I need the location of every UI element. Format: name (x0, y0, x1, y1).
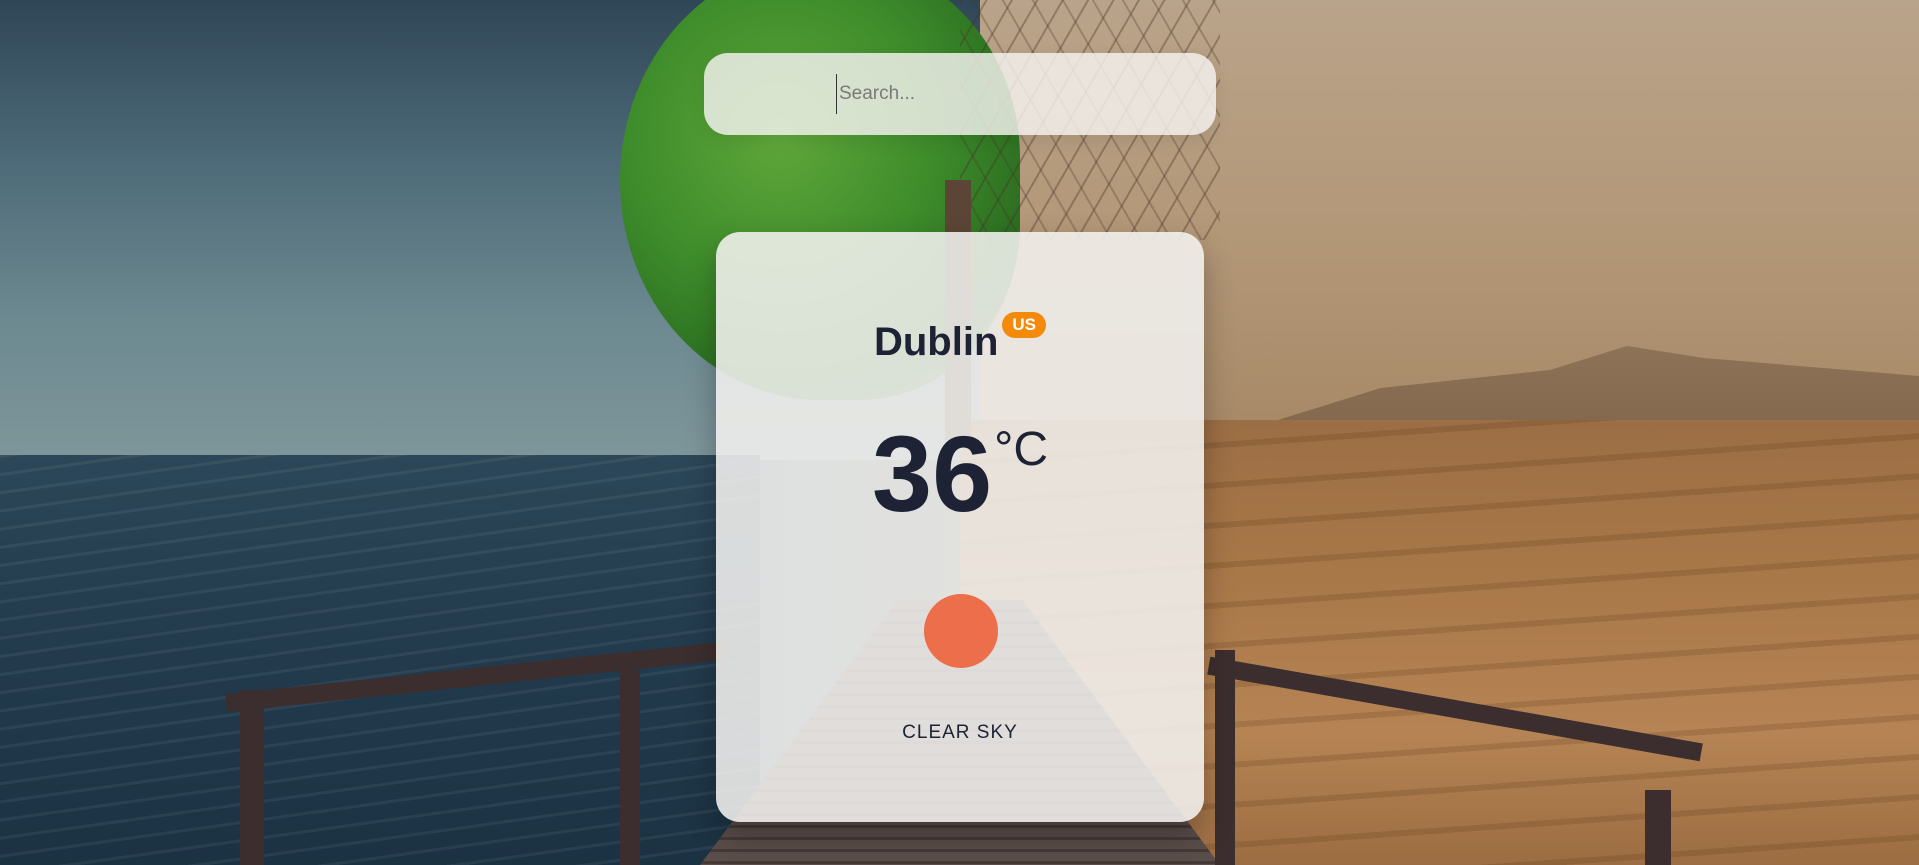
weather-card: Dublin US 36°C CLEAR SKY (716, 232, 1204, 822)
city-name: Dublin (873, 320, 999, 364)
sun-icon (924, 594, 998, 668)
temperature-row: 36°C (716, 420, 1204, 528)
location-row: Dublin US (716, 312, 1204, 365)
temperature-unit: °C (994, 423, 1048, 476)
weather-description: CLEAR SKY (902, 722, 1018, 743)
railing-left-post-2 (620, 670, 640, 865)
railing-left-post (240, 690, 264, 865)
country-badge: US (1002, 312, 1047, 338)
search-input[interactable] (836, 74, 1169, 114)
temperature-value: 36 (872, 413, 993, 534)
search-bar (704, 53, 1216, 135)
railing-right-post (1215, 650, 1235, 865)
railing-right-post-2 (1645, 790, 1671, 865)
